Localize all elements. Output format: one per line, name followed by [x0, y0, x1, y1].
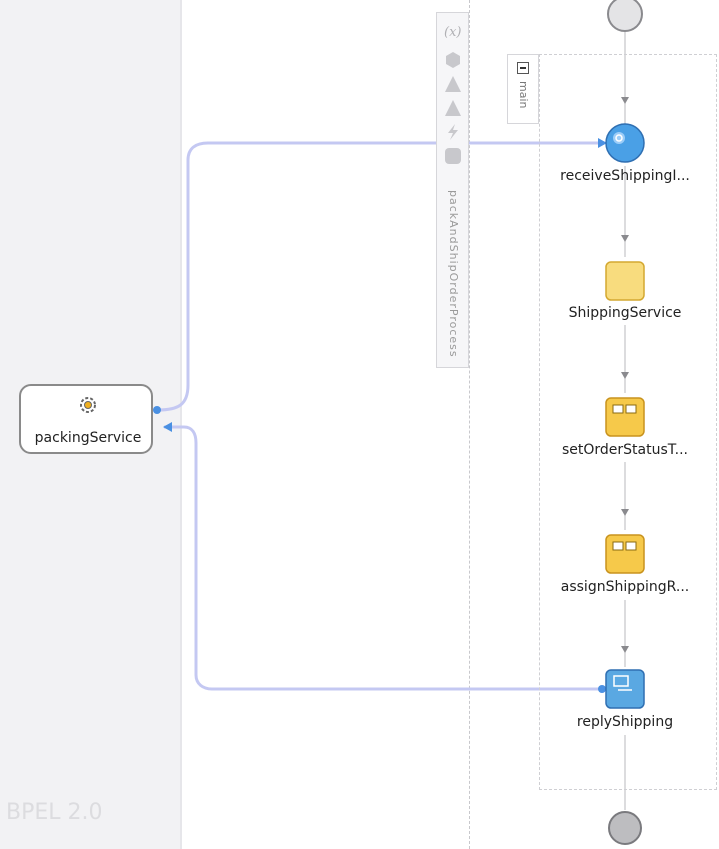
event-icon[interactable] [444, 123, 462, 141]
warning-icon[interactable] [444, 99, 462, 117]
compensation-icon[interactable] [444, 147, 462, 165]
scope-main[interactable] [539, 54, 717, 790]
wire-arrow-head [163, 422, 172, 432]
activity-label-assign1: setOrderStatusT... [561, 442, 689, 458]
partner-link-packingService[interactable]: packingService [19, 384, 153, 454]
activity-label-reply: replyShipping [576, 714, 674, 730]
receive-wire[interactable] [157, 141, 600, 412]
activity-label-invoke: ShippingService [568, 305, 682, 321]
partner-link-label: packingService [34, 430, 142, 446]
gear-icon [80, 397, 96, 413]
collapse-icon[interactable] [517, 62, 529, 74]
warning-icon[interactable] [444, 75, 462, 93]
start-node[interactable] [607, 0, 643, 32]
variables-icon[interactable]: (x) [444, 25, 462, 43]
activity-label-assign2: assignShippingR... [560, 579, 690, 595]
wire-endpoint [153, 406, 161, 414]
scope-tab[interactable]: main [507, 54, 539, 124]
correlation-icon[interactable] [444, 51, 462, 69]
end-node[interactable] [608, 811, 642, 845]
activity-label-receive: receiveShippingI... [560, 168, 690, 184]
scope-name: main [517, 81, 530, 109]
reply-wire[interactable] [164, 425, 602, 691]
process-name: packAndShipOrderProcess [447, 190, 460, 358]
